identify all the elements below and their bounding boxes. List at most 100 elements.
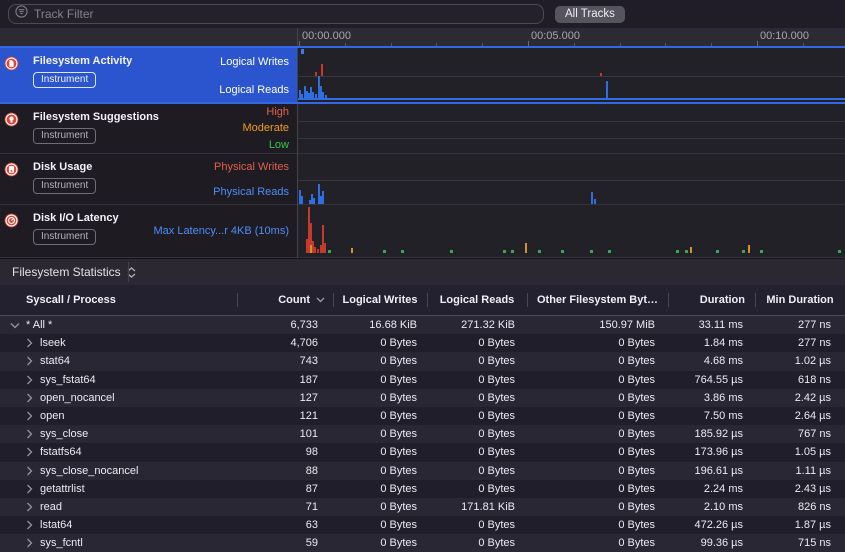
- track-filesystem-activity[interactable]: Filesystem ActivityInstrumentLogical Wri…: [0, 48, 297, 104]
- cell-logical_writes: 0 Bytes: [333, 392, 427, 404]
- table-row[interactable]: open_nocancel1270 Bytes0 Bytes0 Bytes3.8…: [0, 389, 845, 407]
- track-name: Disk Usage: [33, 161, 96, 173]
- table-row[interactable]: open1210 Bytes0 Bytes0 Bytes7.50 ms2.64 …: [0, 407, 845, 425]
- track-disk-i-o-latency[interactable]: Disk I/O LatencyInstrumentMax Latency...…: [0, 205, 297, 258]
- disclosure-collapsed-icon[interactable]: [24, 356, 34, 366]
- table-row[interactable]: sys_fcntl590 Bytes0 Bytes0 Bytes99.36 µs…: [0, 534, 845, 552]
- cell-logical_reads: 0 Bytes: [427, 337, 527, 349]
- syscall-cell: sys_fcntl: [0, 537, 237, 549]
- cell-count: 71: [237, 501, 333, 513]
- column-header-count[interactable]: Count: [237, 285, 333, 315]
- table-row[interactable]: sys_fstat641870 Bytes0 Bytes0 Bytes764.5…: [0, 371, 845, 389]
- detail-view-selector[interactable]: Filesystem Statistics: [12, 265, 121, 279]
- column-header-min-duration[interactable]: Min Duration: [755, 285, 845, 315]
- channel-divider: [298, 76, 845, 77]
- all-tracks-button[interactable]: All Tracks: [555, 6, 625, 23]
- channel-label-low: Low: [243, 137, 289, 153]
- selection-top-line: [0, 46, 845, 48]
- track-chart-disk-usage[interactable]: [298, 154, 845, 205]
- cell-logical_writes: 0 Bytes: [333, 374, 427, 386]
- cell-count: 6,733: [237, 319, 333, 331]
- track-filter-input[interactable]: Track Filter: [8, 4, 544, 24]
- panel-divider[interactable]: [297, 28, 298, 258]
- table-row[interactable]: sys_close1010 Bytes0 Bytes0 Bytes185.92 …: [0, 425, 845, 443]
- disk-icon: [4, 162, 19, 177]
- cell-min_duration: 1.05 µs: [755, 446, 845, 458]
- track-disk-usage[interactable]: Disk UsageInstrumentPhysical WritesPhysi…: [0, 154, 297, 205]
- cell-logical_reads: 171.81 KiB: [427, 501, 527, 513]
- channel-label-high: High: [243, 104, 289, 120]
- syscall-cell: getattrlist: [0, 483, 237, 495]
- cell-logical_writes: 0 Bytes: [333, 519, 427, 531]
- cell-other_fs_bytes: 0 Bytes: [527, 410, 668, 422]
- cell-min_duration: 2.42 µs: [755, 392, 845, 404]
- track-filter-placeholder: Track Filter: [34, 7, 94, 21]
- column-header-duration[interactable]: Duration: [668, 285, 755, 315]
- table-row[interactable]: stat647430 Bytes0 Bytes0 Bytes4.68 ms1.0…: [0, 352, 845, 370]
- cell-other_fs_bytes: 0 Bytes: [527, 519, 668, 531]
- table-row[interactable]: fstatfs64980 Bytes0 Bytes0 Bytes173.96 µ…: [0, 443, 845, 461]
- column-header-syscall-process[interactable]: Syscall / Process: [0, 285, 237, 315]
- table-row[interactable]: read710 Bytes171.81 KiB0 Bytes2.10 ms826…: [0, 498, 845, 516]
- track-chart-disk-i-o-latency[interactable]: [298, 205, 845, 258]
- cell-logical_writes: 0 Bytes: [333, 537, 427, 549]
- sort-chevron-down-icon[interactable]: [316, 297, 325, 303]
- instruments-window: Track Filter All Tracks 00:00.00000:05.0…: [0, 0, 845, 552]
- table-row[interactable]: lstat64630 Bytes0 Bytes0 Bytes472.26 µs1…: [0, 516, 845, 534]
- gauge-icon: [4, 213, 19, 228]
- syscall-cell: * All *: [0, 319, 237, 331]
- table-header-row: Syscall / ProcessCountLogical WritesLogi…: [0, 285, 845, 316]
- disclosure-collapsed-icon[interactable]: [24, 502, 34, 512]
- cell-logical_reads: 271.32 KiB: [427, 319, 527, 331]
- table-row[interactable]: sys_close_nocancel880 Bytes0 Bytes0 Byte…: [0, 462, 845, 480]
- column-header-other-filesystem-byt[interactable]: Other Filesystem Byt…: [527, 285, 668, 315]
- disclosure-collapsed-icon[interactable]: [24, 466, 34, 476]
- cell-logical_reads: 0 Bytes: [427, 483, 527, 495]
- cell-logical_writes: 0 Bytes: [333, 446, 427, 458]
- disclosure-collapsed-icon[interactable]: [24, 393, 34, 403]
- cell-duration: 4.68 ms: [668, 355, 755, 367]
- table-row[interactable]: * All *6,73316.68 KiB271.32 KiB150.97 Mi…: [0, 316, 845, 334]
- cell-other_fs_bytes: 0 Bytes: [527, 501, 668, 513]
- channel-divider: [298, 121, 845, 122]
- playhead-marker[interactable]: [301, 49, 304, 54]
- syscall-cell: lseek: [0, 337, 237, 349]
- syscall-cell: read: [0, 501, 237, 513]
- disclosure-collapsed-icon[interactable]: [24, 538, 34, 548]
- track-filesystem-suggestions[interactable]: Filesystem SuggestionsInstrumentHighMode…: [0, 104, 297, 154]
- cell-min_duration: 277 ns: [755, 337, 845, 349]
- cell-logical_writes: 0 Bytes: [333, 465, 427, 477]
- table-row[interactable]: lseek4,7060 Bytes0 Bytes0 Bytes1.84 ms27…: [0, 334, 845, 352]
- timeline-ruler[interactable]: 00:00.00000:05.00000:10.000: [0, 28, 845, 47]
- track-chart-panel[interactable]: [298, 48, 845, 258]
- cell-other_fs_bytes: 0 Bytes: [527, 483, 668, 495]
- cell-logical_reads: 0 Bytes: [427, 392, 527, 404]
- syscall-cell: open: [0, 410, 237, 422]
- disclosure-collapsed-icon[interactable]: [24, 411, 34, 421]
- ruler-time-label: 00:05.000: [531, 30, 580, 42]
- cell-count: 98: [237, 446, 333, 458]
- cell-count: 187: [237, 374, 333, 386]
- column-header-logical-writes[interactable]: Logical Writes: [333, 285, 427, 315]
- disclosure-collapsed-icon[interactable]: [24, 429, 34, 439]
- syscall-cell: sys_fstat64: [0, 374, 237, 386]
- cell-logical_writes: 0 Bytes: [333, 501, 427, 513]
- track-chart-filesystem-suggestions[interactable]: [298, 104, 845, 154]
- disclosure-expanded-icon[interactable]: [10, 322, 20, 329]
- cell-duration: 185.92 µs: [668, 428, 755, 440]
- disclosure-collapsed-icon[interactable]: [24, 484, 34, 494]
- syscall-cell: open_nocancel: [0, 392, 237, 404]
- column-header-logical-reads[interactable]: Logical Reads: [427, 285, 527, 315]
- cell-logical_reads: 0 Bytes: [427, 465, 527, 477]
- track-head-panel: Filesystem ActivityInstrumentLogical Wri…: [0, 48, 297, 258]
- disclosure-collapsed-icon[interactable]: [24, 375, 34, 385]
- track-chart-filesystem-activity[interactable]: [298, 48, 845, 104]
- cell-duration: 196.61 µs: [668, 465, 755, 477]
- disclosure-collapsed-icon[interactable]: [24, 447, 34, 457]
- table-row[interactable]: getattrlist870 Bytes0 Bytes0 Bytes2.24 m…: [0, 480, 845, 498]
- cell-min_duration: 618 ns: [755, 374, 845, 386]
- disclosure-collapsed-icon[interactable]: [24, 338, 34, 348]
- disclosure-collapsed-icon[interactable]: [24, 520, 34, 530]
- cell-min_duration: 767 ns: [755, 428, 845, 440]
- cell-min_duration: 2.43 µs: [755, 483, 845, 495]
